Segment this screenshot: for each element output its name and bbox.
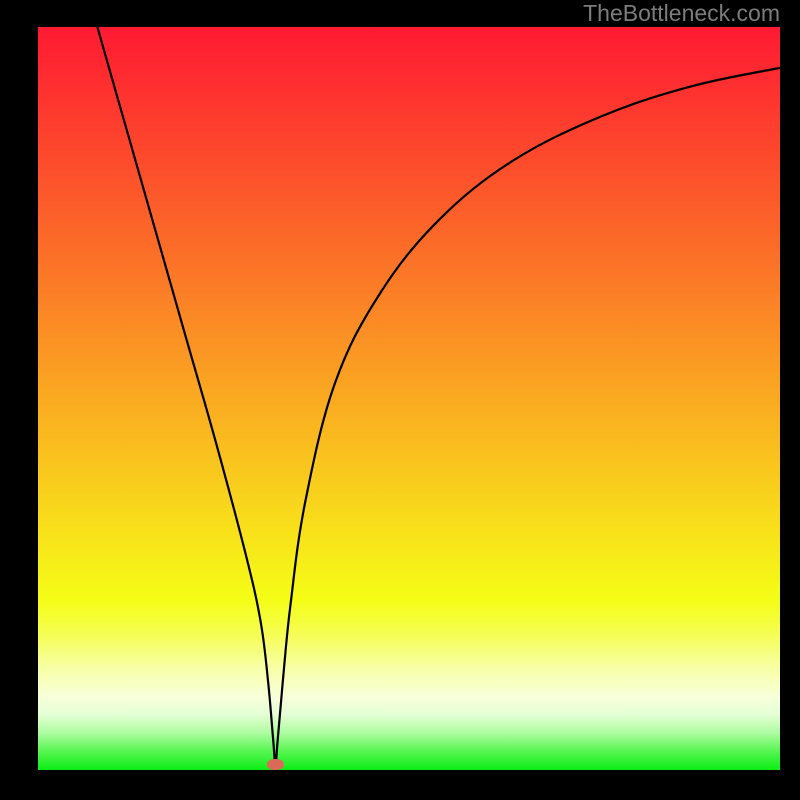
minimum-marker bbox=[267, 759, 284, 770]
plot-area bbox=[38, 27, 780, 770]
chart-frame: TheBottleneck.com bbox=[0, 0, 800, 800]
watermark-text: TheBottleneck.com bbox=[583, 0, 780, 27]
gradient-background bbox=[38, 27, 780, 770]
